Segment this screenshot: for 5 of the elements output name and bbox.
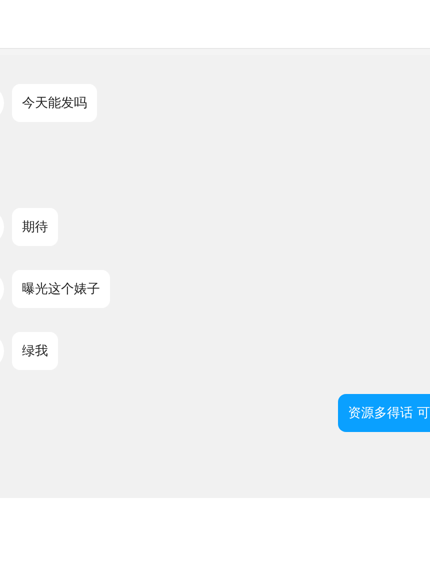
message-bubble: 资源多得话 可 — [338, 394, 430, 432]
message-bubble: 期待 — [12, 208, 58, 246]
message-bubble: 绿我 — [12, 332, 58, 370]
message-bubble: 今天能发吗 — [12, 84, 97, 122]
message-bubble: 曝光这个婊子 — [12, 270, 110, 308]
